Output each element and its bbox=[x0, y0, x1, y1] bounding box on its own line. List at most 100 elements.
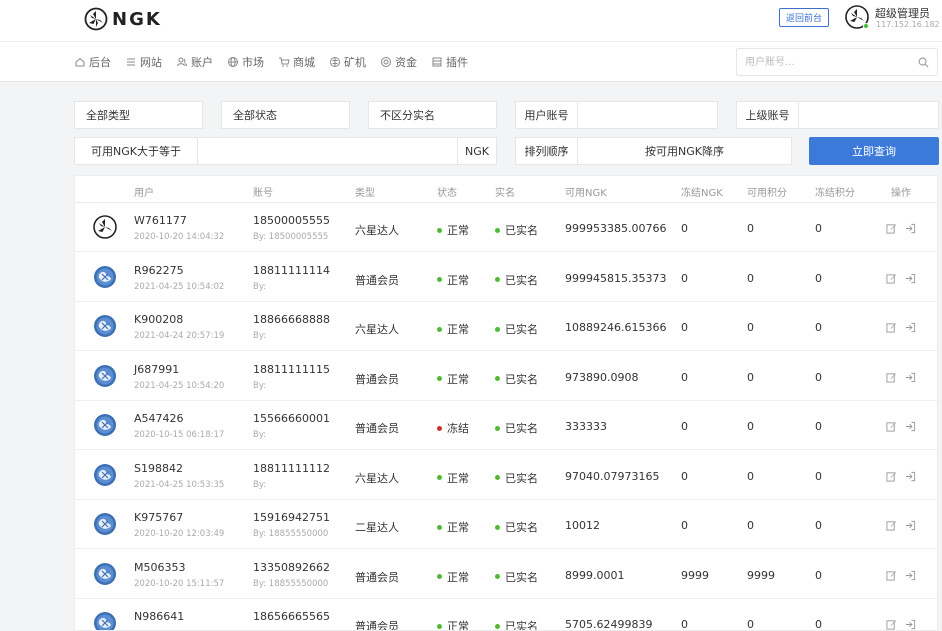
user-id: K975767 bbox=[134, 511, 184, 524]
available-ngk: 973890.0908 bbox=[565, 370, 639, 384]
realname-badge: 已实名 bbox=[495, 470, 538, 486]
realname-badge: 已实名 bbox=[495, 519, 538, 535]
nav-item-mining[interactable]: 矿机 bbox=[329, 54, 366, 70]
column-header: 状态 bbox=[437, 188, 457, 199]
top-header: NGK 返回前台 超级管理员 117.152.16.182 bbox=[0, 0, 942, 42]
frozen-points: 0 bbox=[815, 469, 822, 483]
frozen-ngk: 0 bbox=[681, 420, 688, 433]
back-to-frontend-button[interactable]: 返回前台 bbox=[779, 8, 829, 27]
nav-item-home[interactable]: 后台 bbox=[74, 54, 111, 70]
cart-icon bbox=[279, 57, 290, 67]
available-ngk: 999953385.00766 bbox=[565, 222, 667, 235]
login-as-user-icon[interactable] bbox=[905, 520, 916, 531]
realname-badge: 已实名 bbox=[495, 420, 538, 436]
user-id: R962275 bbox=[134, 263, 184, 277]
users-table: 用户 账号 类型 状态 实名 可用NGK 冻结NGK 可用积分 冻结积分 操作 W761177 20… bbox=[74, 175, 938, 631]
register-time: 2021-04-25 10:53:35 bbox=[134, 479, 225, 490]
account-number: 18866668888 bbox=[253, 313, 330, 326]
table-row: M506353 2020-10-20 15:11:57 13350892662 By:… bbox=[75, 550, 937, 599]
user-type: 普通会员 bbox=[355, 422, 399, 435]
login-as-user-icon[interactable] bbox=[905, 471, 916, 482]
login-as-user-icon[interactable] bbox=[905, 619, 916, 630]
edit-icon[interactable] bbox=[886, 471, 897, 482]
ngk-min-input[interactable] bbox=[198, 138, 457, 164]
realname-badge: 已实名 bbox=[495, 371, 538, 387]
parent-account-field bbox=[798, 101, 939, 129]
status-filter-select[interactable]: 全部状态 bbox=[221, 101, 350, 129]
ngk-min-label: 可用NGK大于等于 bbox=[74, 137, 198, 165]
status-badge: 正常 bbox=[437, 272, 469, 288]
login-as-user-icon[interactable] bbox=[905, 421, 916, 432]
ngk-logo-icon bbox=[84, 7, 108, 31]
nav-item-plugin[interactable]: 插件 bbox=[431, 54, 468, 70]
available-ngk: 999945815.35373 bbox=[565, 271, 667, 285]
table-row: K975767 2020-10-20 12:03:49 15916942751 By:… bbox=[75, 500, 937, 549]
sort-order-select[interactable]: 按可用NGK降序 bbox=[577, 137, 792, 165]
edit-icon[interactable] bbox=[886, 520, 897, 531]
register-time: 2020-10-15 06:18:17 bbox=[134, 430, 225, 440]
login-as-user-icon[interactable] bbox=[905, 273, 916, 284]
edit-icon[interactable] bbox=[886, 619, 897, 630]
available-ngk: 5705.62499839 bbox=[565, 618, 653, 631]
nav-item-label: 插件 bbox=[446, 56, 468, 69]
edit-icon[interactable] bbox=[886, 372, 897, 383]
user-id: J687991 bbox=[134, 362, 180, 376]
user-id: S198842 bbox=[134, 461, 183, 475]
login-as-user-icon[interactable] bbox=[905, 570, 916, 581]
edit-icon[interactable] bbox=[886, 322, 897, 333]
referrer: By: bbox=[253, 380, 267, 391]
user-avatar bbox=[94, 463, 116, 486]
frozen-points: 0 bbox=[815, 370, 822, 384]
login-as-user-icon[interactable] bbox=[905, 372, 916, 383]
status-badge: 正常 bbox=[437, 222, 469, 238]
realname-badge: 已实名 bbox=[495, 321, 538, 337]
login-as-user-icon[interactable] bbox=[905, 322, 916, 333]
user-type: 普通会员 bbox=[355, 620, 399, 631]
available-points: 0 bbox=[747, 618, 754, 631]
admin-name[interactable]: 超级管理员 bbox=[875, 5, 930, 21]
user-avatar bbox=[94, 612, 116, 630]
search-now-button[interactable]: 立即查询 bbox=[809, 137, 939, 165]
frozen-points: 0 bbox=[815, 420, 822, 433]
ngk-min-field bbox=[197, 137, 458, 165]
frozen-ngk: 0 bbox=[681, 469, 688, 483]
nav-item-list[interactable]: 网站 bbox=[125, 54, 162, 70]
table-row: R962275 2021-04-25 10:54:02 18811111114 By:… bbox=[75, 253, 937, 302]
account-number: 15566660001 bbox=[253, 412, 330, 425]
edit-icon[interactable] bbox=[886, 421, 897, 432]
referrer: By: 18500005555 bbox=[253, 232, 329, 242]
edit-icon[interactable] bbox=[886, 223, 897, 234]
column-header: 操作 bbox=[891, 188, 911, 199]
nav-item-cart[interactable]: 商城 bbox=[278, 54, 315, 70]
frozen-ngk: 0 bbox=[681, 222, 688, 235]
status-badge: 正常 bbox=[437, 470, 469, 486]
parent-account-input[interactable] bbox=[799, 102, 938, 128]
account-filter-input[interactable] bbox=[578, 102, 717, 128]
edit-icon[interactable] bbox=[886, 570, 897, 581]
column-header: 用户 bbox=[134, 188, 154, 199]
user-id: M506353 bbox=[134, 560, 186, 574]
search-icon[interactable] bbox=[918, 57, 929, 68]
nav-item-globe[interactable]: 市场 bbox=[227, 54, 264, 70]
user-avatar bbox=[94, 414, 116, 436]
realname-badge: 已实名 bbox=[495, 569, 538, 585]
frozen-points: 0 bbox=[815, 519, 822, 532]
nav-item-coin[interactable]: 资金 bbox=[380, 54, 417, 70]
realname-filter-select[interactable]: 不区分实名 bbox=[368, 101, 497, 129]
available-ngk: 10012 bbox=[565, 519, 600, 532]
frozen-ngk: 0 bbox=[681, 370, 688, 384]
nav-item-label: 账户 bbox=[191, 56, 213, 69]
user-avatar bbox=[94, 562, 116, 585]
referrer: By: 18855550000 bbox=[253, 529, 329, 539]
user-id: N986641 bbox=[134, 610, 185, 623]
logo[interactable]: NGK bbox=[84, 6, 162, 32]
user-search-input[interactable] bbox=[737, 49, 907, 75]
login-as-user-icon[interactable] bbox=[905, 223, 916, 234]
column-header: 类型 bbox=[355, 188, 375, 199]
nav-item-users[interactable]: 账户 bbox=[176, 54, 213, 70]
edit-icon[interactable] bbox=[886, 273, 897, 284]
table-row: K900208 2021-04-24 20:57:19 18866668888 By:… bbox=[75, 302, 937, 351]
account-number: 18656665565 bbox=[253, 610, 330, 623]
available-points: 0 bbox=[747, 420, 754, 433]
type-filter-select[interactable]: 全部类型 bbox=[74, 101, 203, 129]
